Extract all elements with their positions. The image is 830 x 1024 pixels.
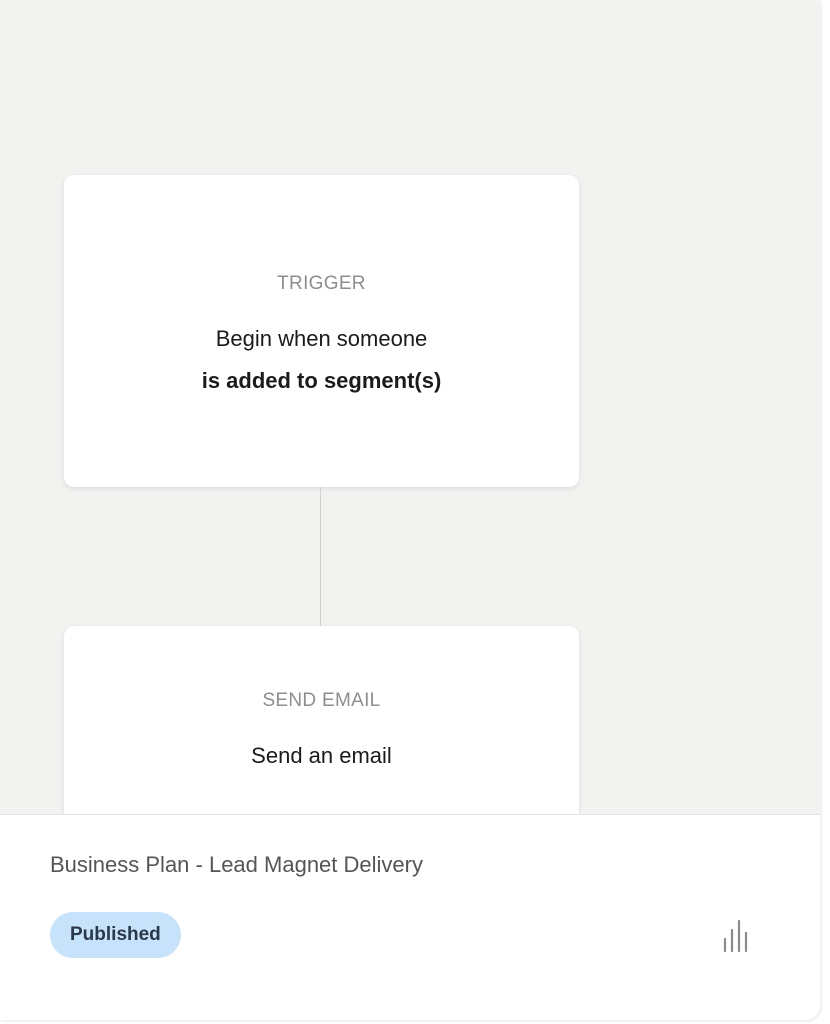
node-description: Begin when someone is added to segment(s… xyxy=(64,318,579,402)
workflow-connector xyxy=(320,487,321,626)
node-description-line: Send an email xyxy=(251,743,392,768)
bar-chart-icon[interactable] xyxy=(720,919,750,953)
node-type-label: SEND EMAIL xyxy=(262,690,381,711)
send-email-node[interactable]: SEND EMAIL Send an email xyxy=(64,626,579,846)
automation-card: TRIGGER Begin when someone is added to s… xyxy=(0,0,820,1020)
trigger-node[interactable]: TRIGGER Begin when someone is added to s… xyxy=(64,175,579,487)
automation-title[interactable]: Business Plan - Lead Magnet Delivery xyxy=(50,852,423,878)
status-badge[interactable]: Published xyxy=(50,912,181,958)
node-description-line: Begin when someone xyxy=(215,326,428,351)
node-description-emphasis: is added to segment(s) xyxy=(201,368,442,393)
node-description: Send an email xyxy=(64,735,579,777)
node-type-label: TRIGGER xyxy=(277,273,366,294)
workflow-canvas: TRIGGER Begin when someone is added to s… xyxy=(0,0,820,846)
automation-footer: Business Plan - Lead Magnet Delivery Pub… xyxy=(0,814,820,1020)
